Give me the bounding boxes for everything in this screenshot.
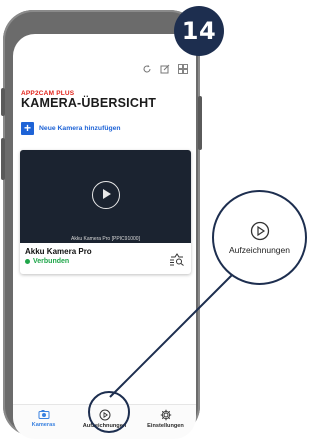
side-button-left-1 [1, 88, 5, 116]
nav-item-kameras[interactable]: Kameras [14, 405, 74, 428]
plus-icon: + [21, 122, 34, 135]
header-icons [142, 64, 188, 74]
add-camera-label: Neue Kamera hinzufügen [39, 125, 121, 132]
gear-icon [160, 409, 171, 421]
nav-label-kameras: Kameras [31, 422, 56, 428]
grid-icon[interactable] [178, 64, 188, 74]
camera-card[interactable]: Akku Kamera Pro [PPIC91000] Akku Kamera … [20, 150, 191, 274]
play-icon[interactable] [92, 181, 120, 209]
side-button-right [198, 96, 202, 150]
callout-zoom: Aufzeichnungen [212, 190, 307, 285]
app-screen: APP2CAM PLUS KAMERA-ÜBERSICHT + Neue Kam… [13, 34, 196, 439]
callout-highlight-ring [88, 391, 130, 433]
nav-label-einstellungen: Einstellungen [147, 423, 184, 429]
side-button-left-2 [1, 138, 5, 180]
status-dot-icon [25, 259, 30, 264]
nav-item-einstellungen[interactable]: Einstellungen [136, 405, 196, 429]
play-circle-icon [250, 221, 269, 240]
step-badge: 14 [174, 6, 224, 56]
preview-caption: Akku Kamera Pro [PPIC91000] [71, 236, 140, 242]
add-camera-button[interactable]: + Neue Kamera hinzufügen [21, 122, 121, 135]
camera-preview[interactable]: Akku Kamera Pro [PPIC91000] [20, 150, 191, 243]
phone-frame: APP2CAM PLUS KAMERA-ÜBERSICHT + Neue Kam… [1, 10, 202, 439]
edit-icon[interactable] [160, 64, 170, 74]
status-badge: Verbunden [25, 258, 69, 265]
camera-icon [38, 410, 49, 419]
page-title: KAMERA-ÜBERSICHT [21, 96, 157, 110]
callout-label: Aufzeichnungen [229, 244, 290, 255]
camera-settings-icon[interactable] [169, 252, 185, 266]
refresh-icon[interactable] [142, 64, 152, 74]
camera-name: Akku Kamera Pro [25, 247, 92, 256]
status-label: Verbunden [33, 258, 70, 265]
